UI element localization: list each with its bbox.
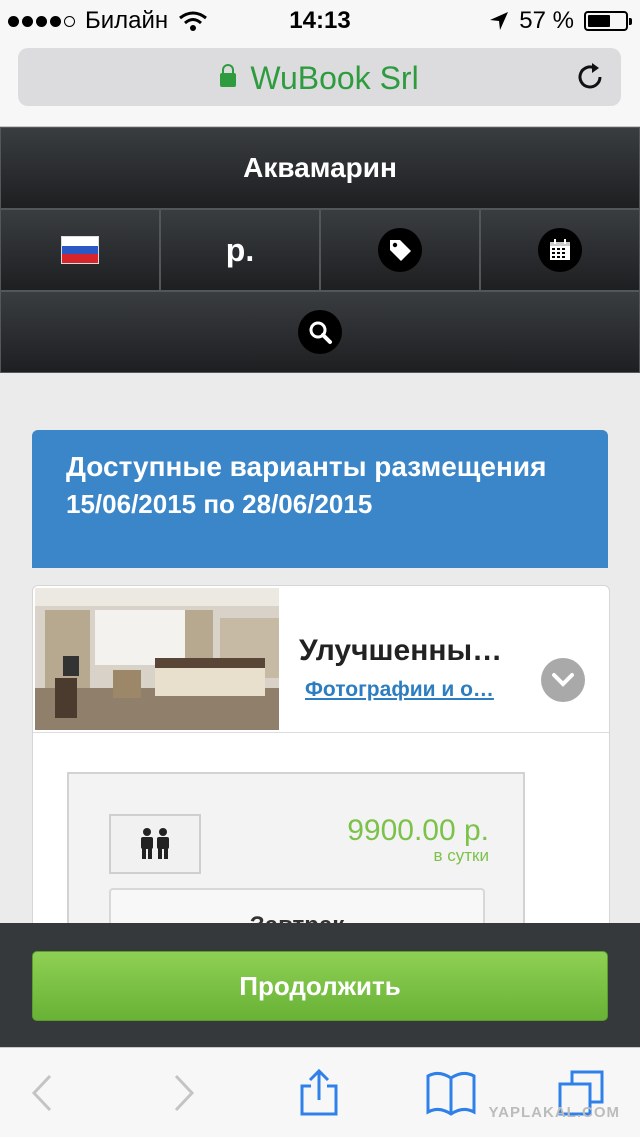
photos-link[interactable]: Фотографии и о…: [305, 678, 494, 702]
reload-icon[interactable]: [573, 60, 607, 94]
two-persons-icon: [141, 828, 169, 859]
address-bar[interactable]: WuBook Srl: [18, 48, 621, 106]
results-title: Доступные варианты размещения: [66, 451, 547, 482]
russian-flag-icon: [61, 236, 99, 264]
expand-button[interactable]: [541, 658, 585, 702]
language-button[interactable]: [0, 209, 160, 291]
search-icon: [298, 310, 342, 354]
chevron-down-icon: [552, 673, 574, 687]
battery-percent: 57 %: [519, 7, 574, 34]
promo-button[interactable]: [320, 209, 480, 291]
status-right: 57 %: [489, 7, 632, 35]
browser-address-area: WuBook Srl: [0, 40, 640, 127]
site-title: WuBook Srl: [250, 60, 419, 96]
results-header: Доступные варианты размещения 15/06/2015…: [32, 430, 608, 568]
room-name: Улучшенны…: [299, 634, 503, 667]
continue-bar: Продолжить: [0, 923, 640, 1047]
watermark: YAPLAKAL.COM: [488, 1104, 620, 1121]
price-unit: в сутки: [433, 846, 489, 865]
currency-symbol: р.: [225, 231, 255, 268]
currency-button[interactable]: р.: [160, 209, 320, 291]
hotel-header: Аквамарин: [0, 127, 640, 209]
forward-icon[interactable]: [158, 1068, 208, 1118]
continue-button[interactable]: Продолжить: [32, 951, 608, 1021]
room-summary[interactable]: Улучшенны… Фотографии и о…: [33, 586, 609, 733]
search-button[interactable]: [0, 291, 640, 373]
location-arrow-icon: [490, 12, 509, 30]
room-card: Улучшенны… Фотографии и о… 9900.00 р. в …: [32, 585, 610, 947]
back-icon[interactable]: [18, 1068, 68, 1118]
hotel-name: Аквамарин: [243, 152, 397, 183]
room-price: 9900.00 р.: [347, 814, 489, 847]
rate-offer: 9900.00 р. в сутки Завтрак: [67, 772, 525, 946]
calendar-button[interactable]: [480, 209, 640, 291]
share-icon[interactable]: [294, 1068, 344, 1118]
battery-icon: [584, 11, 632, 31]
toolbar-icon-row: р.: [0, 209, 640, 291]
tag-icon: [378, 228, 422, 272]
browser-toolbar: YAPLAKAL.COM: [0, 1047, 640, 1137]
results-dates: 15/06/2015 по 28/06/2015: [66, 489, 373, 519]
address-bar-text[interactable]: WuBook Srl: [18, 60, 621, 97]
bookmarks-icon[interactable]: [424, 1068, 478, 1118]
calendar-icon: [538, 228, 582, 272]
room-photo[interactable]: [35, 588, 279, 730]
lock-icon: [220, 64, 237, 87]
status-bar: Билайн 14:13 57 %: [0, 0, 640, 40]
guests-selector[interactable]: [109, 814, 201, 874]
